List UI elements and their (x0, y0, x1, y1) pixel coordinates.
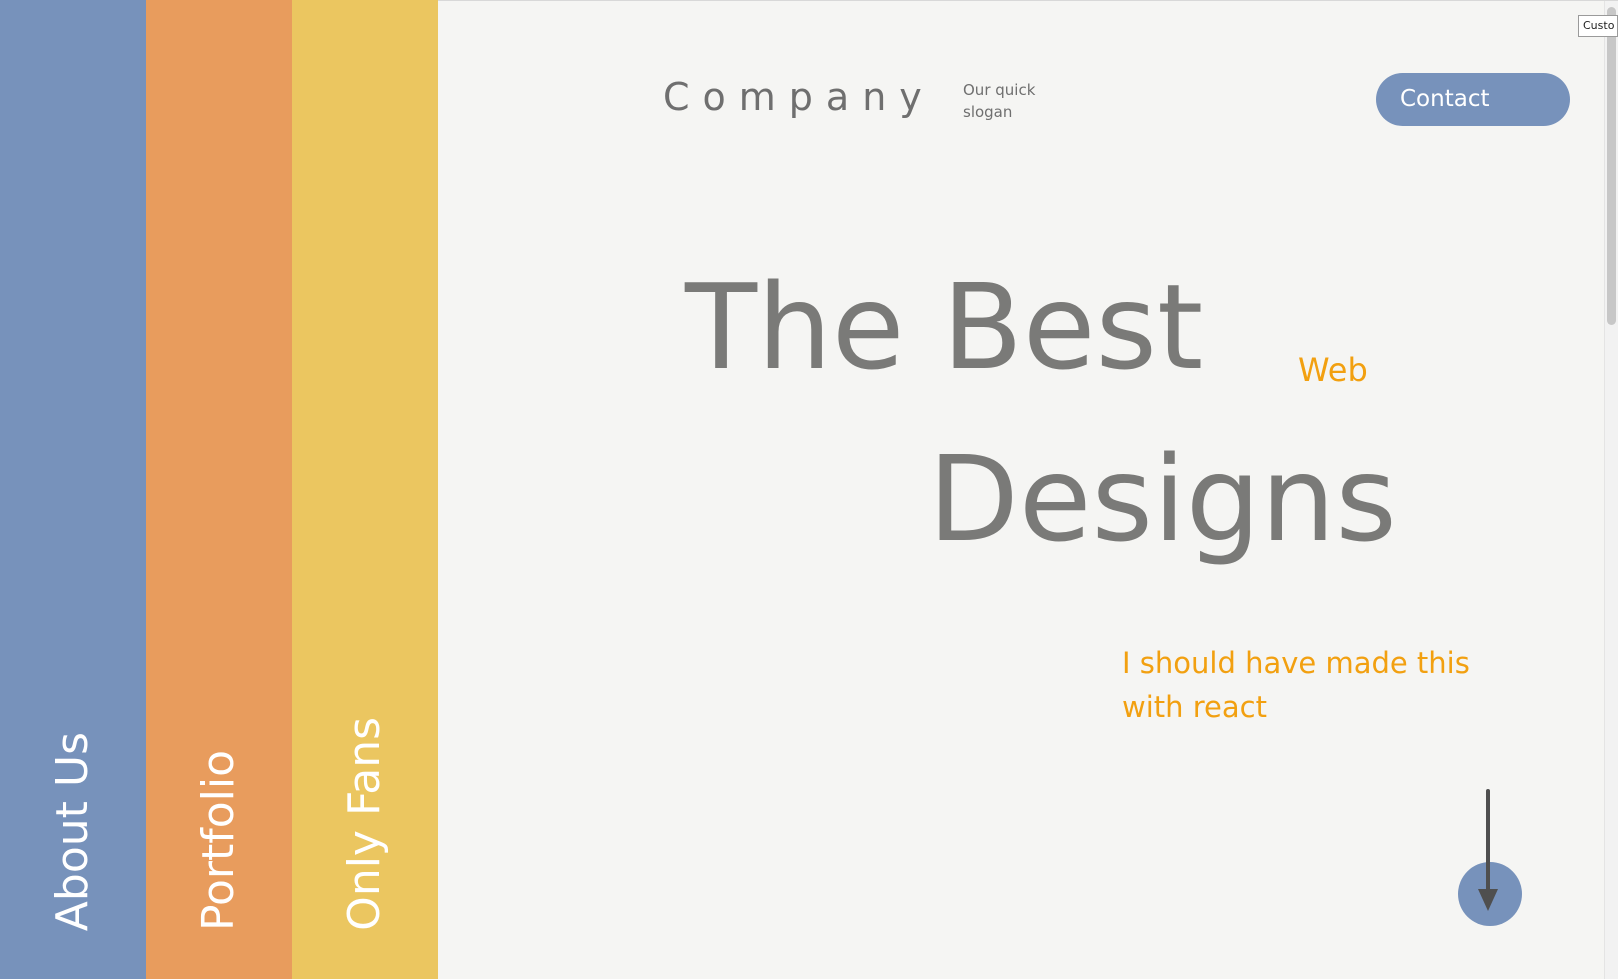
contact-button[interactable]: Contact (1376, 73, 1570, 126)
main-content: Company Our quick slogan Contact The Bes… (438, 0, 1618, 979)
hero-accent-word: Web (1298, 351, 1368, 389)
slogan: Our quick slogan (963, 81, 1036, 121)
page: About Us Portfolio Only Fans Company Our… (0, 0, 1618, 979)
nav-label-about-us: About Us (47, 731, 98, 931)
hero-tagline: I should have made this with react (1122, 646, 1470, 724)
nav-stripe-about-us[interactable]: About Us (0, 0, 146, 979)
scrollbar-thumb[interactable] (1607, 7, 1616, 325)
arrow-down-icon (1478, 789, 1498, 911)
nav-stripe-only-fans[interactable]: Only Fans (292, 0, 438, 979)
nav-label-only-fans: Only Fans (339, 717, 390, 931)
scrollbar[interactable] (1604, 1, 1618, 979)
tooltip: Custo (1578, 15, 1618, 37)
hero-heading-line1: The Best (685, 258, 1204, 396)
nav-label-portfolio: Portfolio (193, 749, 244, 931)
nav-stripe-portfolio[interactable]: Portfolio (146, 0, 292, 979)
brand-name[interactable]: Company (663, 75, 935, 119)
hero-heading-line2: Designs (928, 430, 1397, 568)
